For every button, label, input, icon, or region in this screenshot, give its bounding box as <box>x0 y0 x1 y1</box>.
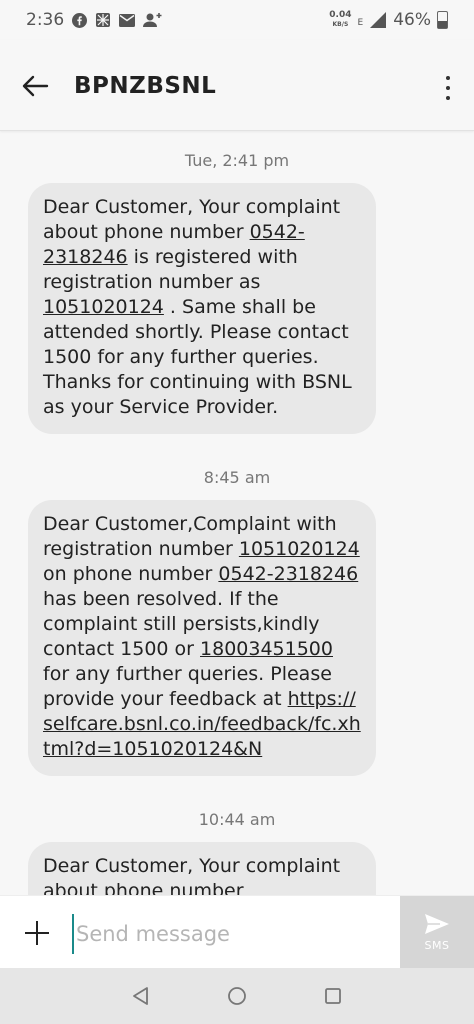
message-thread[interactable]: Tue, 2:41 pm Dear Customer, Your complai… <box>0 131 474 895</box>
net-speed-value: 0.04 <box>329 10 352 20</box>
send-button-label: SMS <box>424 939 450 952</box>
battery-icon <box>437 11 448 29</box>
registration-number-link[interactable]: 1051020124 <box>239 538 360 560</box>
battery-percent: 46% <box>393 10 431 30</box>
network-type: E <box>357 18 364 28</box>
app-bar: BPNZBSNL <box>0 40 474 131</box>
message-timestamp: 10:44 am <box>198 810 276 829</box>
signal-icon <box>370 12 387 28</box>
net-speed-unit: KB/S <box>332 21 349 28</box>
message-timestamp: 8:45 am <box>203 468 271 487</box>
send-icon <box>425 914 449 934</box>
message-text: Dear Customer, Your complaint about phon… <box>43 855 341 895</box>
back-arrow-icon[interactable] <box>20 74 50 98</box>
status-time: 2:36 <box>26 10 65 30</box>
net-speed: 0.04 KB/S <box>329 11 351 29</box>
send-button[interactable]: SMS <box>400 896 474 969</box>
message-bubble[interactable]: Dear Customer, Your complaint about phon… <box>28 842 376 895</box>
message-input[interactable] <box>72 914 396 954</box>
toll-free-number-link[interactable]: 18003451500 <box>200 638 333 660</box>
registration-number-link[interactable]: 1051020124 <box>43 296 164 318</box>
message-bubble[interactable]: Dear Customer, Your complaint about phon… <box>28 183 376 434</box>
message-bubble[interactable]: Dear Customer,Complaint with registratio… <box>28 500 376 776</box>
system-nav-bar <box>0 968 474 1024</box>
status-bar: 2:36 0.04 KB/S E 46% <box>0 0 474 40</box>
mail-icon <box>119 13 136 27</box>
app-icon <box>96 13 111 27</box>
nav-recents-icon[interactable] <box>321 984 345 1008</box>
compose-bar: SMS <box>0 895 474 969</box>
conversation-title: BPNZBSNL <box>74 73 217 99</box>
add-attachment-icon[interactable] <box>24 920 50 946</box>
nav-home-icon[interactable] <box>225 984 249 1008</box>
message-text: on phone number <box>43 563 219 585</box>
nav-back-icon[interactable] <box>129 984 153 1008</box>
facebook-icon <box>72 12 88 28</box>
add-person-icon <box>143 13 162 27</box>
phone-number-link[interactable]: 0542-2318246 <box>218 563 358 585</box>
message-timestamp: Tue, 2:41 pm <box>184 151 290 170</box>
more-options-icon[interactable] <box>444 76 452 100</box>
